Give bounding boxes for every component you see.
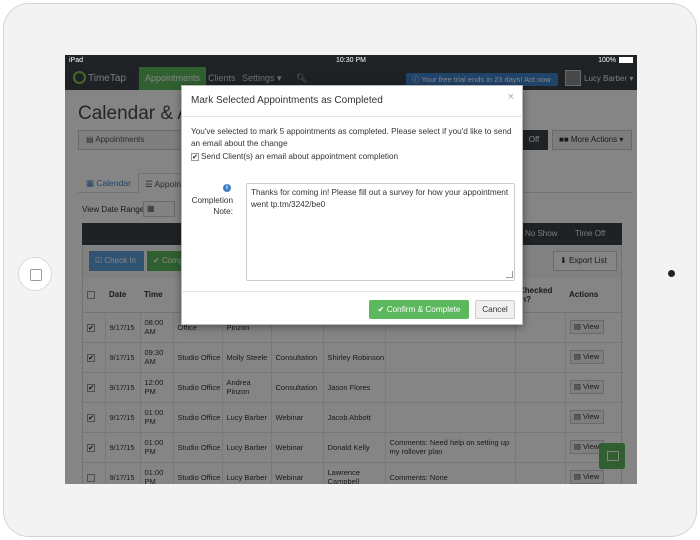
status-bar: iPad 10:30 PM 100% — [65, 55, 637, 67]
email-checkbox-label: Send Client(s) an email about appointmen… — [201, 152, 399, 161]
email-checkbox[interactable]: ✔ — [191, 152, 199, 161]
camera-icon — [668, 270, 675, 277]
modal-footer-divider — [182, 291, 522, 292]
confirm-complete-button[interactable]: ✔ Confirm & Complete — [369, 300, 469, 319]
battery-status: 100% — [598, 55, 633, 67]
screen: iPad 10:30 PM 100% TimeTap Appointments … — [65, 55, 637, 484]
battery-percent: 100% — [598, 57, 616, 64]
home-button[interactable] — [18, 257, 52, 291]
modal-message: You've selected to mark 5 appointments a… — [191, 127, 512, 148]
resize-handle[interactable] — [506, 271, 513, 278]
completion-note-label: Completion Note: — [191, 196, 233, 216]
info-icon[interactable]: i — [223, 184, 231, 192]
complete-appointments-modal: Mark Selected Appointments as Completed … — [181, 85, 523, 325]
modal-title: Mark Selected Appointments as Completed — [191, 95, 383, 106]
email-checkbox-row[interactable]: ✔ Send Client(s) an email about appointme… — [191, 152, 398, 161]
modal-divider — [182, 116, 522, 117]
clock: 10:30 PM — [336, 57, 366, 64]
cancel-button[interactable]: Cancel — [475, 300, 515, 319]
close-icon[interactable]: × — [508, 91, 514, 103]
battery-icon — [619, 57, 633, 63]
completion-note-input[interactable] — [246, 183, 515, 281]
